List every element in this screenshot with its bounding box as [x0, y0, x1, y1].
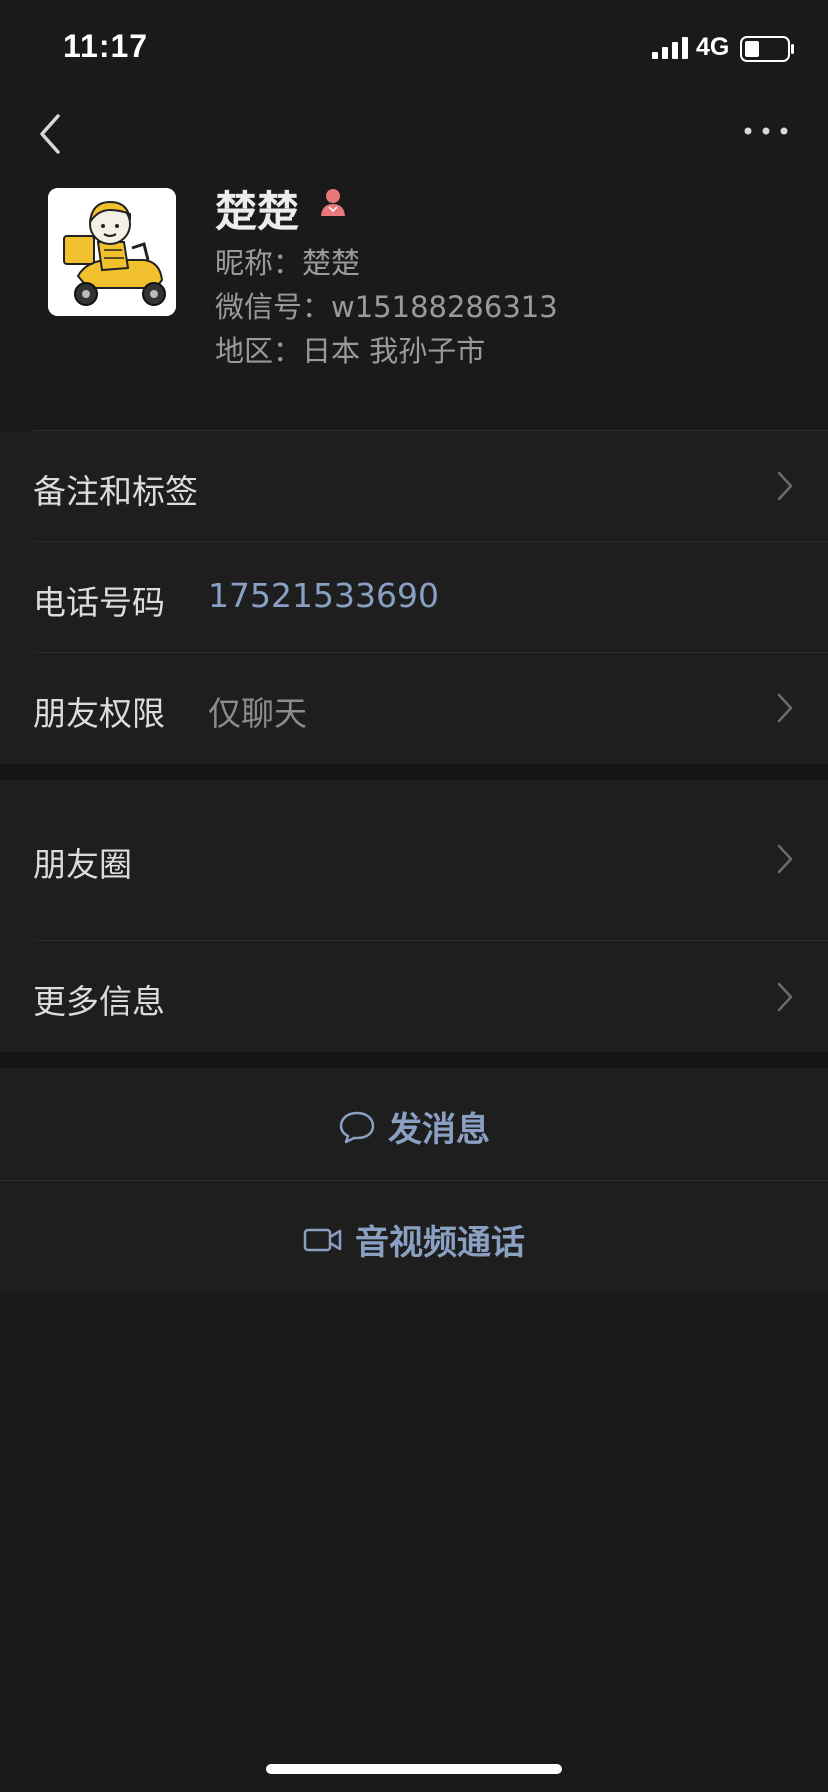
permission-value: 仅聊天: [208, 694, 307, 733]
more-options-icon[interactable]: [736, 108, 796, 154]
send-message-label: 发消息: [388, 1110, 490, 1150]
row-label: 更多信息: [33, 982, 165, 1021]
battery-icon: [740, 36, 794, 62]
row-more-info[interactable]: 更多信息: [0, 941, 828, 1052]
home-indicator[interactable]: [266, 1764, 562, 1774]
chevron-right-icon: [777, 693, 793, 723]
row-remarks-and-tags[interactable]: 备注和标签: [0, 431, 828, 541]
region-text: 地区：日本 我孙子市: [215, 334, 486, 368]
wechat-id-text: 微信号：w15188286313: [215, 290, 558, 324]
status-time: 11:17: [63, 28, 149, 64]
row-label: 朋友圈: [33, 845, 132, 884]
section-gap: [0, 1052, 828, 1068]
back-icon[interactable]: [30, 106, 74, 162]
chat-bubble-icon: [339, 1111, 375, 1143]
chevron-right-icon: [777, 844, 793, 874]
network-type: 4G: [696, 33, 730, 61]
cellular-signal-icon: [652, 37, 688, 59]
row-label: 备注和标签: [33, 472, 198, 511]
row-phone-number[interactable]: 电话号码 17521533690: [0, 542, 828, 652]
chevron-right-icon: [777, 982, 793, 1012]
chevron-right-icon: [777, 471, 793, 501]
row-label: 朋友权限: [33, 694, 165, 733]
section-gap: [0, 764, 828, 780]
avatar[interactable]: [48, 188, 176, 316]
female-gender-icon: [321, 189, 345, 216]
video-camera-icon: [303, 1228, 342, 1251]
video-call-button[interactable]: 音视频通话: [0, 1181, 828, 1293]
row-label: 电话号码: [33, 583, 165, 622]
phone-number-link[interactable]: 17521533690: [208, 576, 439, 615]
send-message-button[interactable]: 发消息: [0, 1068, 828, 1180]
nickname-text: 昵称：楚楚: [215, 246, 361, 280]
profile-name: 楚楚: [215, 187, 300, 236]
video-call-label: 音视频通话: [355, 1223, 525, 1263]
row-moments[interactable]: 朋友圈: [0, 780, 828, 940]
avatar-image: [48, 188, 176, 316]
row-friend-permissions[interactable]: 朋友权限 仅聊天: [0, 653, 828, 764]
